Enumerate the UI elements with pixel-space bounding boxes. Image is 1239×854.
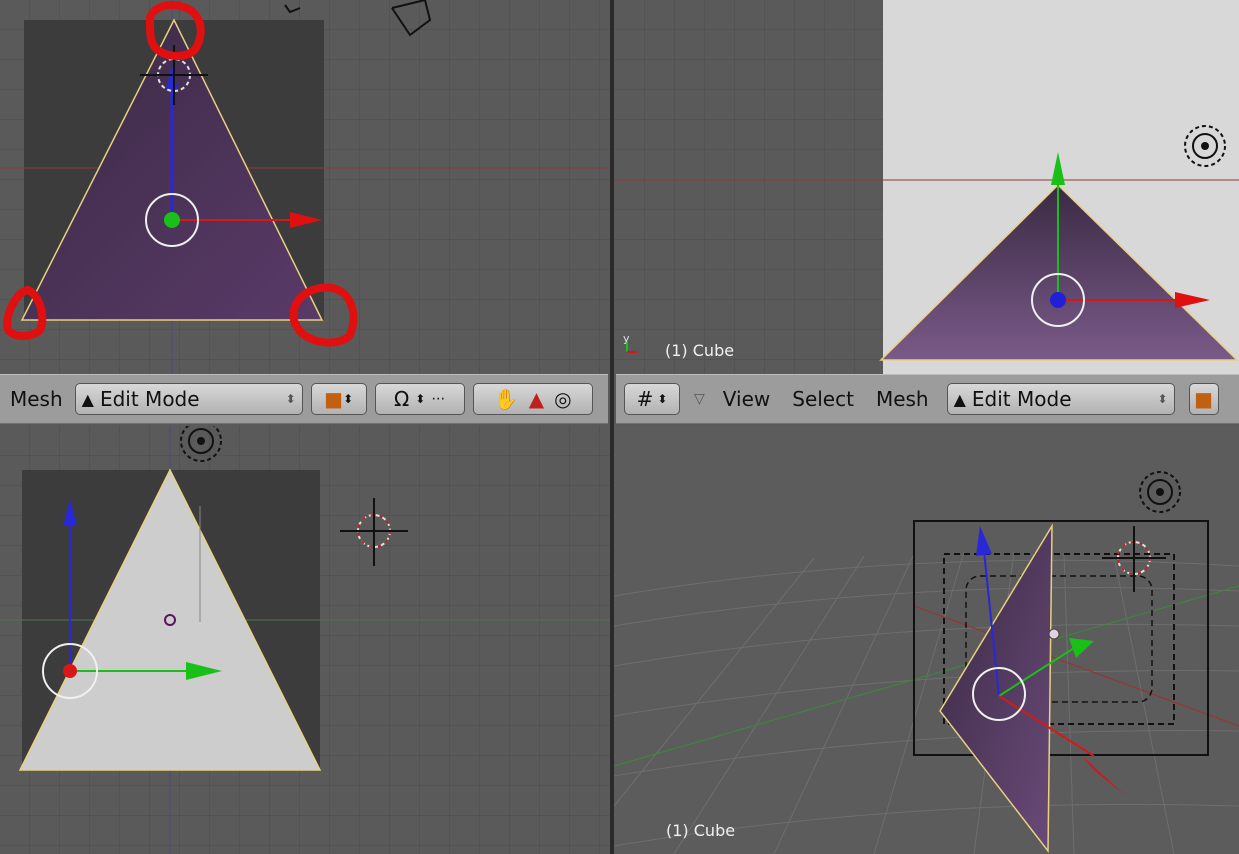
menu-view[interactable]: View (719, 387, 774, 411)
object-label: (1) Cube (665, 341, 734, 360)
collapse-triangle-icon[interactable]: ▽ (694, 391, 705, 407)
window-type-button[interactable]: # ⬍ (624, 383, 680, 415)
chevron-updown-icon: ⬍ (285, 392, 296, 406)
ring-icon[interactable]: ◎ (554, 387, 571, 411)
pivot-button[interactable]: Ω ⬍ ⋯ (374, 383, 465, 415)
header-left: Mesh ▲ Edit Mode ⬍ ■ ⬍ Ω ⬍ ⋯ ✋ ▲ ◎ (0, 374, 608, 424)
viewport-bottom-right-canvas[interactable]: (1) Cube (614, 426, 1239, 854)
viewport-top-left[interactable] (0, 0, 612, 374)
chevron-updown-icon: ⬍ (1157, 392, 1168, 406)
draw-type-button[interactable]: ■ (1188, 383, 1219, 415)
mode-label: Edit Mode (99, 387, 200, 411)
edit-mode-icon: ▲ (953, 389, 966, 409)
viewport-bottom-right[interactable]: (1) Cube (614, 426, 1239, 854)
viewport-top-right-canvas[interactable]: y (1) Cube (615, 0, 1239, 374)
viewport-top-right[interactable]: y (1) Cube (615, 0, 1239, 374)
menu-mesh[interactable]: Mesh (6, 387, 67, 411)
cube-icon: ■ (324, 387, 344, 411)
viewport-top-left-canvas[interactable] (0, 0, 612, 374)
axis-label-y: y (623, 332, 630, 345)
hand-icon[interactable]: ✋ (494, 387, 519, 411)
menu-select[interactable]: Select (788, 387, 858, 411)
object-label: (1) Cube (666, 821, 735, 840)
viewport-bottom-left[interactable] (0, 426, 610, 854)
header-right: # ⬍ ▽ View Select Mesh ▲ Edit Mode ⬍ ■ (616, 374, 1239, 424)
edit-mode-icon: ▲ (81, 389, 94, 409)
mode-label: Edit Mode (971, 387, 1072, 411)
triangle-icon[interactable]: ▲ (529, 387, 544, 411)
draw-type-button[interactable]: ■ ⬍ (310, 383, 367, 415)
mode-select[interactable]: ▲ Edit Mode ⬍ (946, 383, 1175, 415)
menu-mesh[interactable]: Mesh (872, 387, 933, 411)
grid-snap-icon: ⋯ (431, 391, 446, 407)
magnet-icon: Ω (393, 387, 410, 411)
grid-icon: # (636, 387, 654, 411)
manipulator-group[interactable]: ✋ ▲ ◎ (472, 383, 593, 415)
mode-select[interactable]: ▲ Edit Mode ⬍ (74, 383, 303, 415)
viewport-bottom-left-canvas[interactable] (0, 426, 610, 854)
cube-icon: ■ (1194, 387, 1214, 411)
